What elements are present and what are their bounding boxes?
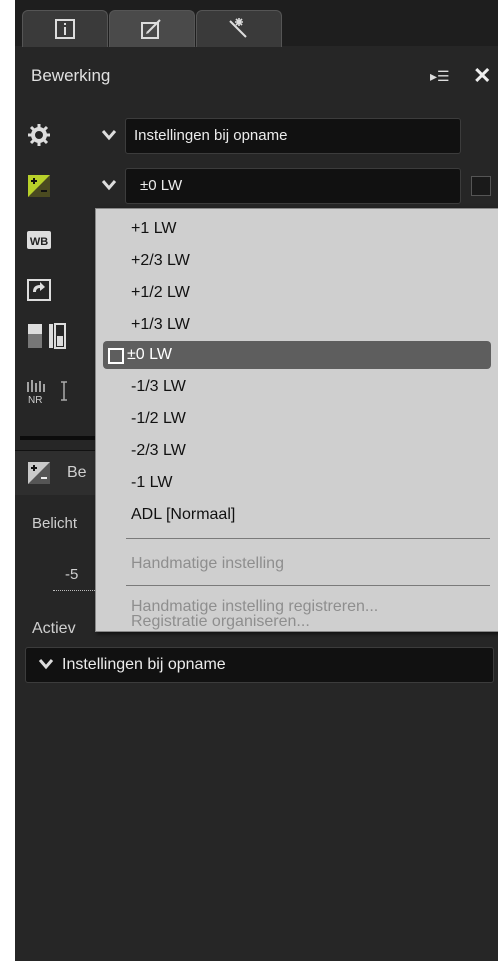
exposure-label: Belicht: [32, 515, 78, 532]
option-label: -1/2 LW: [131, 410, 186, 427]
exposure-select[interactable]: ±0 LW: [125, 168, 461, 204]
edit-icon: [140, 18, 164, 40]
option-minus-2-3[interactable]: -2/3 LW: [103, 437, 491, 465]
option-adl-normal[interactable]: ADL [Normaal]: [103, 501, 491, 529]
exposure-checkbox[interactable]: [471, 176, 491, 196]
option-label: -1/3 LW: [131, 378, 186, 395]
option-label: +1/2 LW: [131, 284, 190, 301]
selected-indicator-icon: [108, 348, 124, 364]
option-plus-1[interactable]: +1 LW: [103, 215, 491, 243]
option-minus-1-2[interactable]: -1/2 LW: [103, 405, 491, 433]
subsection-title: Be: [67, 464, 87, 481]
panel-menu-icon[interactable]: ▸☰: [430, 68, 450, 85]
picture-control-icon[interactable]: [25, 276, 53, 304]
tab-effects[interactable]: [196, 10, 282, 47]
option-minus-1-3[interactable]: -1/3 LW: [103, 373, 491, 401]
gear-icon[interactable]: [25, 121, 53, 149]
exposure-row: ±0 LW: [15, 168, 498, 204]
exposure-compensation-icon[interactable]: [25, 172, 53, 200]
option-label: +2/3 LW: [131, 252, 190, 269]
active-adjustment-select[interactable]: Instellingen bij opname: [25, 647, 494, 683]
close-icon[interactable]: ✕: [473, 63, 491, 89]
option-organize-registration: Registratie organiseren...: [103, 613, 491, 631]
option-plus-2-3[interactable]: +2/3 LW: [103, 247, 491, 275]
dropdown-separator: [126, 538, 490, 539]
dropdown-separator: [126, 585, 490, 586]
tone-icon[interactable]: [27, 322, 71, 355]
option-plus-1-3[interactable]: +1/3 LW: [103, 311, 491, 339]
chevron-down-icon: [38, 657, 54, 676]
option-zero[interactable]: ±0 LW: [103, 341, 491, 369]
option-label: Handmatige instelling: [131, 555, 284, 572]
tab-strip: [15, 0, 498, 47]
exposure-compensation-icon: [27, 461, 51, 490]
tab-info[interactable]: [22, 10, 108, 47]
svg-text:WB: WB: [30, 236, 48, 248]
noise-reduction-icon[interactable]: NR: [25, 378, 77, 409]
option-label: Registratie organiseren...: [131, 613, 310, 630]
exposure-dropdown-list: +1 LW +2/3 LW +1/2 LW +1/3 LW ±0 LW -1/3…: [95, 208, 498, 632]
option-label: -2/3 LW: [131, 442, 186, 459]
active-adjustment-label: Actiev: [32, 620, 76, 637]
active-adjustment-value: Instellingen bij opname: [62, 656, 226, 673]
white-balance-icon[interactable]: WB: [25, 226, 53, 254]
panel-title: Bewerking: [31, 66, 111, 85]
option-label: ±0 LW: [127, 346, 172, 363]
slider-tick-label: -5: [65, 566, 79, 583]
settings-row: Instellingen bij opname: [15, 118, 498, 154]
panel-titlebar: Bewerking ▸☰ ✕: [15, 62, 498, 92]
tab-edit[interactable]: [109, 10, 195, 47]
info-icon: [54, 19, 76, 39]
option-plus-1-2[interactable]: +1/2 LW: [103, 279, 491, 307]
magic-wand-icon: [226, 17, 252, 41]
option-label: +1 LW: [131, 220, 177, 237]
option-label: ADL [Normaal]: [131, 506, 236, 523]
option-label: -1 LW: [131, 474, 173, 491]
svg-text:NR: NR: [28, 395, 42, 404]
chevron-down-icon[interactable]: [101, 128, 117, 147]
option-label: +1/3 LW: [131, 316, 190, 333]
option-manual-setting: Handmatige instelling: [103, 550, 491, 578]
option-minus-1[interactable]: -1 LW: [103, 469, 491, 497]
chevron-down-icon[interactable]: [101, 178, 117, 197]
settings-select[interactable]: Instellingen bij opname: [125, 118, 461, 154]
settings-select-value: Instellingen bij opname: [134, 127, 288, 144]
exposure-select-value: ±0 LW: [140, 177, 183, 194]
